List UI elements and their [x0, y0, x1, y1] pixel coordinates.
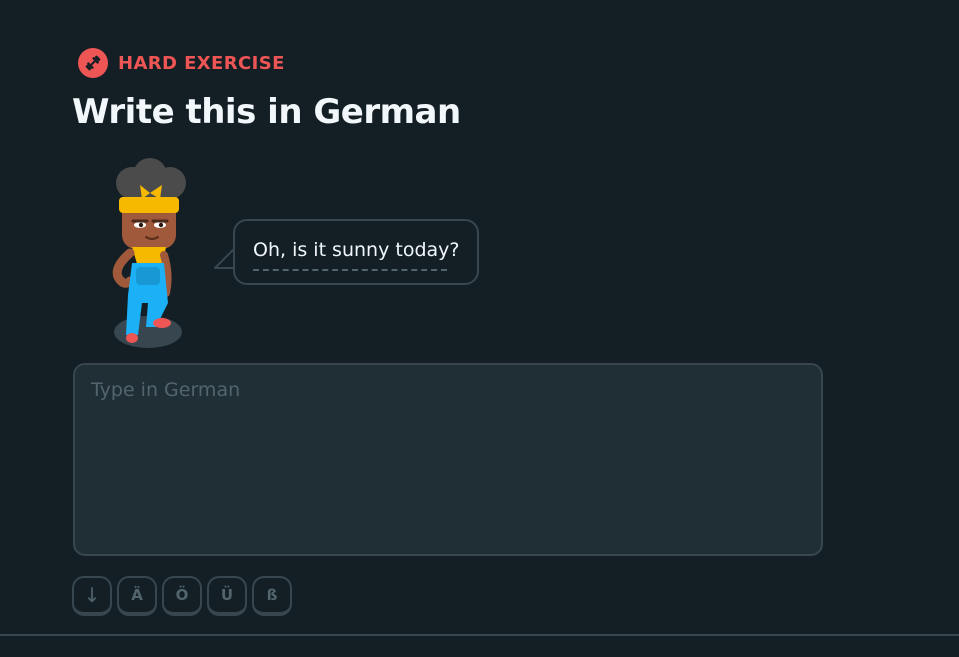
footer-divider — [0, 634, 959, 636]
badge-label: HARD EXERCISE — [118, 52, 285, 74]
key-o-umlaut[interactable]: Ö — [162, 576, 202, 616]
key-eszett[interactable]: ß — [252, 576, 292, 616]
hard-exercise-badge: HARD EXERCISE — [78, 48, 285, 78]
dumbbell-icon — [78, 48, 108, 78]
exercise-page: HARD EXERCISE Write this in German Oh, i… — [0, 0, 959, 657]
hint-underline — [253, 269, 448, 271]
speech-bubble: Oh, is it sunny today? — [233, 219, 480, 285]
page-title: Write this in German — [72, 92, 461, 132]
prompt-sentence[interactable]: Oh, is it sunny today? — [253, 239, 459, 261]
collapse-keys-button[interactable]: ↓ — [72, 576, 112, 616]
character-illustration — [102, 155, 202, 355]
key-u-umlaut[interactable]: Ü — [207, 576, 247, 616]
key-a-umlaut[interactable]: Ä — [117, 576, 157, 616]
special-characters-bar: ↓ Ä Ö Ü ß — [72, 576, 292, 616]
answer-input[interactable] — [73, 363, 823, 556]
